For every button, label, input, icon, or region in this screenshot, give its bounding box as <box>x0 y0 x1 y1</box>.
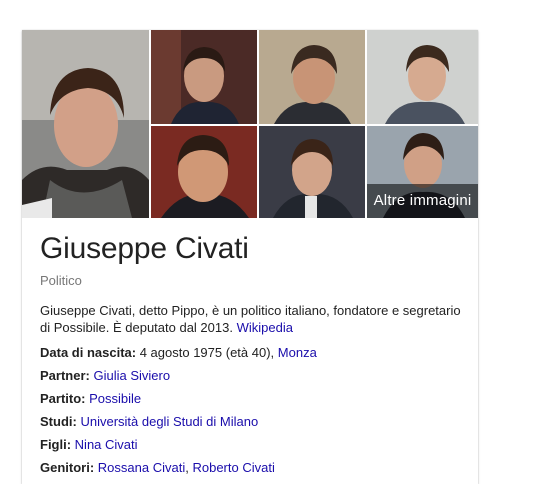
entity-description-block: Giuseppe Civati, detto Pippo, è un polit… <box>40 302 464 336</box>
party-link[interactable]: Possibile <box>89 391 141 406</box>
entity-type: Politico <box>40 273 82 288</box>
panel-content: Giuseppe Civati Politico Giuseppe Civati… <box>40 230 464 482</box>
fact-children-label: Figli: <box>40 437 72 452</box>
photo-6-image <box>259 126 365 218</box>
parent-link-2[interactable]: Roberto Civati <box>192 460 274 475</box>
photo-4[interactable] <box>367 30 478 124</box>
facts-list: Data di nascita: 4 agosto 1975 (età 40),… <box>40 344 464 482</box>
fact-studies: Studi: Università degli Studi di Milano <box>40 413 464 436</box>
photo-4-image <box>367 30 478 124</box>
studies-link[interactable]: Università degli Studi di Milano <box>80 414 258 429</box>
entity-title: Giuseppe Civati <box>40 232 249 265</box>
photo-3-image <box>259 30 365 124</box>
knowledge-panel: Altre immagini Giuseppe Civati Politico … <box>22 30 478 484</box>
photo-2[interactable] <box>151 30 257 124</box>
image-grid: Altre immagini <box>22 30 478 218</box>
partner-link[interactable]: Giulia Siviero <box>93 368 170 383</box>
parent-link-1[interactable]: Rossana Civati <box>98 460 185 475</box>
children-link[interactable]: Nina Civati <box>75 437 138 452</box>
more-images-label[interactable]: Altre immagini <box>367 184 478 218</box>
photo-5[interactable] <box>151 126 257 218</box>
fact-birth: Data di nascita: 4 agosto 1975 (età 40),… <box>40 344 464 367</box>
photo-3[interactable] <box>259 30 365 124</box>
more-images-tile[interactable]: Altre immagini <box>367 126 478 218</box>
fact-children: Figli: Nina Civati <box>40 436 464 459</box>
fact-partner: Partner: Giulia Siviero <box>40 367 464 390</box>
fact-party-label: Partito: <box>40 391 86 406</box>
fact-parents-label: Genitori: <box>40 460 95 475</box>
fact-party: Partito: Possibile <box>40 390 464 413</box>
fact-birth-label: Data di nascita: <box>40 345 137 360</box>
photo-5-image <box>151 126 257 218</box>
fact-birth-value: 4 agosto 1975 (età 40), <box>139 345 275 360</box>
photo-main[interactable] <box>22 30 149 218</box>
birthplace-link[interactable]: Monza <box>278 345 317 360</box>
fact-studies-label: Studi: <box>40 414 77 429</box>
fact-partner-label: Partner: <box>40 368 90 383</box>
wikipedia-link[interactable]: Wikipedia <box>237 320 293 335</box>
photo-main-image <box>22 30 149 218</box>
photo-6[interactable] <box>259 126 365 218</box>
photo-2-image <box>151 30 257 124</box>
fact-parents: Genitori: Rossana Civati, Roberto Civati <box>40 459 464 482</box>
